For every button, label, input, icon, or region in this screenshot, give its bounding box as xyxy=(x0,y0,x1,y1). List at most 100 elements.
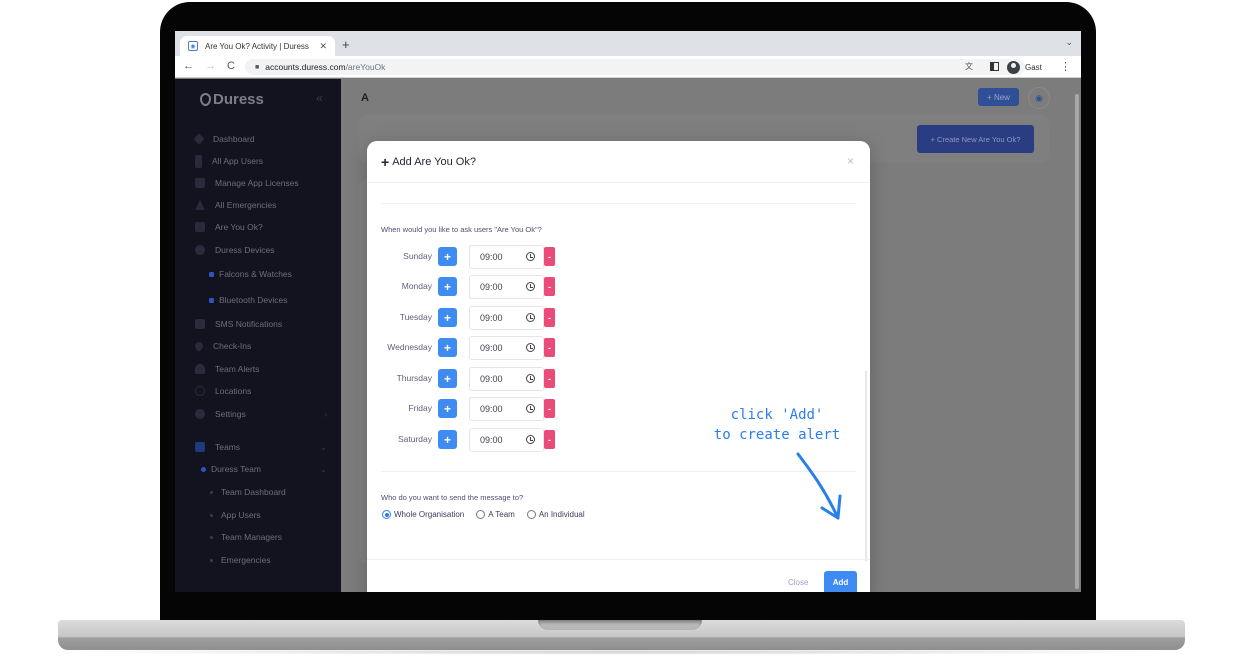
sidebar-item-all-emergencies[interactable]: All Emergencies xyxy=(175,195,341,215)
clock-icon[interactable] xyxy=(526,313,535,322)
add-time-button[interactable]: + xyxy=(438,369,457,388)
sidebar-item-emergencies[interactable]: Emergencies xyxy=(175,550,341,570)
add-time-button[interactable]: + xyxy=(438,277,457,296)
grid-icon xyxy=(195,442,205,452)
sidebar-item-team-dashboard[interactable]: Team Dashboard xyxy=(175,482,341,502)
brand-logo[interactable]: Duress xyxy=(200,91,264,108)
browser-tab[interactable]: ◉ Are You Ok? Activity | Duress ✕ xyxy=(180,36,335,56)
browser-menu-icon[interactable]: ⋮ xyxy=(1060,60,1071,73)
sidebar-item-label: All App Users xyxy=(212,156,264,166)
page-scrollbar-thumb[interactable] xyxy=(1075,94,1079,589)
add-button[interactable]: Add xyxy=(824,571,857,592)
day-label: Saturday xyxy=(397,434,432,444)
time-input[interactable]: 09:00 xyxy=(469,367,544,391)
chevron-right-icon: › xyxy=(324,409,327,419)
sidebar-item-manage-app-licenses[interactable]: Manage App Licenses xyxy=(175,173,341,193)
sidebar-item-label: Settings xyxy=(215,409,246,419)
close-button[interactable]: Close xyxy=(788,578,808,587)
remove-time-button[interactable]: - xyxy=(544,399,555,418)
time-input[interactable]: 09:00 xyxy=(469,428,544,452)
day-row-wednesday: Wednesday + 09:00 - xyxy=(367,336,870,360)
remove-time-button[interactable]: - xyxy=(544,369,555,388)
annotation-line-2: to create alert xyxy=(713,427,841,443)
tab-search-chevron-icon[interactable]: ⌄ xyxy=(1065,37,1073,48)
remove-time-button[interactable]: - xyxy=(544,430,555,449)
new-button[interactable]: + New xyxy=(978,88,1019,106)
new-tab-button[interactable]: + xyxy=(342,37,350,52)
clock-icon[interactable] xyxy=(526,343,535,352)
sidebar-item-label: Dashboard xyxy=(213,134,255,144)
radio-whole-organisation[interactable] xyxy=(382,510,391,519)
radio-a-team[interactable] xyxy=(476,510,486,519)
duress-pin-icon[interactable]: ◉ xyxy=(1028,87,1050,109)
clock-icon[interactable] xyxy=(526,374,535,383)
add-time-button[interactable]: + xyxy=(438,399,457,418)
back-icon[interactable]: ← xyxy=(183,60,194,72)
radio-label[interactable]: Whole Organisation xyxy=(394,510,464,519)
time-value: 09:00 xyxy=(480,374,503,384)
clock-icon[interactable] xyxy=(526,252,535,261)
forward-icon[interactable]: → xyxy=(205,60,216,72)
remove-time-button[interactable]: - xyxy=(544,247,555,266)
time-input[interactable]: 09:00 xyxy=(469,275,544,299)
clock-icon[interactable] xyxy=(526,282,535,291)
sidebar-item-team-managers[interactable]: Team Managers xyxy=(175,527,341,547)
radio-an-individual[interactable] xyxy=(526,510,536,519)
sidebar-item-falcons-watches[interactable]: Falcons & Watches xyxy=(175,264,341,284)
profile-button[interactable]: Gast xyxy=(1007,59,1042,75)
reload-icon[interactable]: C xyxy=(227,60,235,72)
lock-icon: ■ xyxy=(255,63,260,71)
sidebar-item-check-ins[interactable]: Check-Ins xyxy=(175,336,341,356)
day-label: Sunday xyxy=(403,251,432,261)
sidebar-item-label: Team Alerts xyxy=(215,364,260,374)
sidebar-item-are-you-ok[interactable]: Are You Ok? xyxy=(175,217,341,237)
laptop-shadow xyxy=(40,649,1200,655)
remove-time-button[interactable]: - xyxy=(544,338,555,357)
profile-avatar-icon xyxy=(1007,60,1020,74)
time-input[interactable]: 09:00 xyxy=(469,397,544,421)
sidebar-item-settings[interactable]: Settings › xyxy=(175,404,341,424)
phone-icon xyxy=(195,154,202,168)
sidebar-item-team-alerts[interactable]: Team Alerts xyxy=(175,359,341,379)
sidebar-item-label: Emergencies xyxy=(221,555,271,565)
sidebar-item-teams[interactable]: Teams ⌄ xyxy=(175,437,341,457)
bullet-icon xyxy=(201,466,206,472)
sidebar-item-duress-devices[interactable]: Duress Devices xyxy=(175,240,341,260)
sidebar-item-all-app-users[interactable]: All App Users xyxy=(175,151,341,171)
schedule-question: When would you like to ask users "Are Yo… xyxy=(381,225,542,234)
app: Duress « Dashboard All App Users Manage … xyxy=(175,79,1081,592)
bullet-icon xyxy=(209,297,214,303)
recipient-radio-group: Whole Organisation A Team An Individual xyxy=(382,510,597,519)
day-label: Monday xyxy=(401,281,432,291)
add-time-button[interactable]: + xyxy=(438,308,457,327)
sidebar-item-locations[interactable]: Locations xyxy=(175,381,341,401)
add-time-button[interactable]: + xyxy=(438,430,457,449)
create-new-are-you-ok-button[interactable]: + Create New Are You Ok? xyxy=(917,125,1034,153)
address-bar[interactable]: ■ accounts.duress.com /areYouOk xyxy=(245,59,1025,75)
time-input[interactable]: 09:00 xyxy=(469,245,544,269)
add-time-button[interactable]: + xyxy=(438,247,457,266)
sidebar-item-bluetooth-devices[interactable]: Bluetooth Devices xyxy=(175,290,341,310)
tab-close-icon[interactable]: ✕ xyxy=(319,41,327,52)
add-time-button[interactable]: + xyxy=(438,338,457,357)
sidebar-item-sms-notifications[interactable]: SMS Notifications xyxy=(175,314,341,334)
translate-icon[interactable]: 文 xyxy=(965,61,973,72)
side-panel-icon[interactable] xyxy=(990,62,999,71)
remove-time-button[interactable]: - xyxy=(544,277,555,296)
radio-label[interactable]: An Individual xyxy=(539,510,585,519)
collapse-sidebar-icon[interactable]: « xyxy=(316,91,323,105)
sidebar-item-dashboard[interactable]: Dashboard xyxy=(175,129,341,149)
annotation-line-1: click 'Add' xyxy=(730,407,824,423)
sidebar-item-duress-team[interactable]: Duress Team ⌄ xyxy=(175,459,341,479)
clock-icon[interactable] xyxy=(526,404,535,413)
radio-label[interactable]: A Team xyxy=(488,510,515,519)
sidebar-item-app-users[interactable]: App Users xyxy=(175,505,341,525)
time-input[interactable]: 09:00 xyxy=(469,336,544,360)
day-row-tuesday: Tuesday + 09:00 - xyxy=(367,306,870,330)
clock-icon[interactable] xyxy=(526,435,535,444)
remove-time-button[interactable]: - xyxy=(544,308,555,327)
sidebar-item-label: App Users xyxy=(221,510,261,520)
close-icon[interactable]: × xyxy=(847,154,854,168)
time-input[interactable]: 09:00 xyxy=(469,306,544,330)
modal-scrollbar[interactable] xyxy=(865,371,867,561)
